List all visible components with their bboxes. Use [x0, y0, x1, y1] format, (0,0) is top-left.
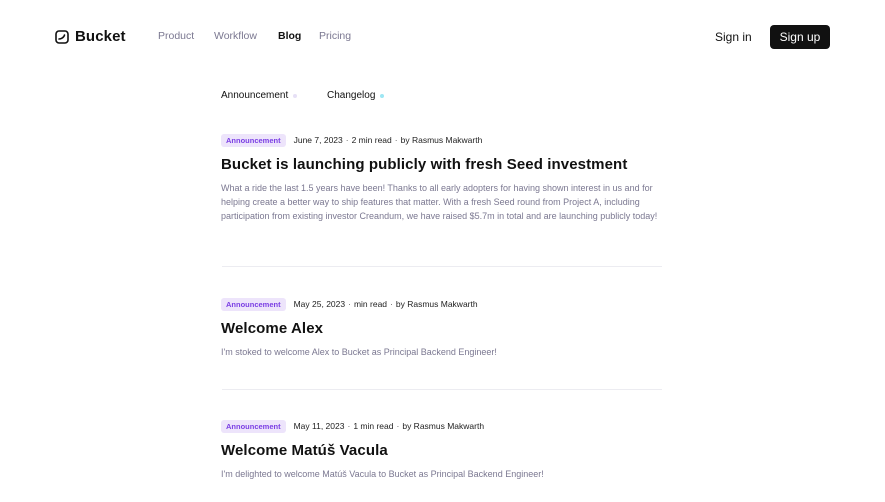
sign-up-button[interactable]: Sign up [770, 25, 830, 49]
filter-changelog-label: Changelog [327, 90, 376, 101]
filter-changelog[interactable]: Changelog [327, 90, 385, 101]
post-author: by Rasmus Makwarth [400, 135, 483, 145]
blog-post: Announcement May 11, 2023 · 1 min read ·… [221, 419, 663, 481]
post-excerpt: I'm stoked to welcome Alex to Bucket as … [221, 347, 497, 357]
blog-post: Announcement May 25, 2023 · min read · b… [221, 297, 663, 359]
meta-separator: · [396, 421, 400, 431]
meta-separator: · [345, 135, 349, 145]
post-date: May 11, 2023 [293, 421, 345, 431]
top-navigation: Bucket Product Workflow Blog Pricing Sig… [0, 0, 885, 74]
post-read-time: 2 min read [351, 135, 392, 145]
post-meta: Announcement May 11, 2023 · 1 min read ·… [221, 419, 663, 433]
post-tag-badge[interactable]: Announcement [221, 297, 286, 311]
post-meta: Announcement May 25, 2023 · min read · b… [221, 297, 663, 311]
post-title[interactable]: Bucket is launching publicly with fresh … [221, 156, 663, 173]
bucket-logo-icon [55, 29, 69, 44]
post-tag-badge[interactable]: Announcement [221, 419, 286, 433]
filter-changelog-dot [380, 93, 385, 98]
post-meta: Announcement June 7, 2023 · 2 min read ·… [221, 133, 663, 147]
sign-in-link[interactable]: Sign in [715, 30, 752, 44]
meta-separator: · [390, 299, 393, 309]
filter-announcement[interactable]: Announcement [221, 90, 298, 101]
post-title[interactable]: Welcome Matúš Vacula [221, 442, 663, 459]
post-title[interactable]: Welcome Alex [221, 320, 663, 337]
nav-link-blog[interactable]: Blog [278, 30, 301, 42]
blog-post: Announcement June 7, 2023 · 2 min read ·… [221, 133, 663, 223]
brand-name: Bucket [75, 28, 126, 45]
filter-announcement-dot [293, 93, 298, 98]
meta-separator: · [348, 299, 351, 309]
nav-link-product[interactable]: Product [158, 30, 194, 42]
post-author: by Rasmus Makwarth [395, 299, 478, 309]
post-date: June 7, 2023 [293, 135, 343, 145]
post-divider [222, 389, 662, 390]
nav-link-workflow[interactable]: Workflow [214, 30, 257, 42]
post-read-time: min read [353, 299, 388, 309]
meta-separator: · [394, 135, 398, 145]
post-read-time: 1 min read [353, 421, 394, 431]
post-divider [222, 266, 662, 267]
nav-link-pricing[interactable]: Pricing [319, 30, 351, 42]
post-excerpt: I'm delighted to welcome Matúš Vacula to… [221, 469, 544, 479]
brand-logo[interactable]: Bucket [55, 28, 126, 45]
post-excerpt: What a ride the last 1.5 years have been… [221, 183, 658, 221]
post-author: by Rasmus Makwarth [402, 421, 485, 431]
meta-separator: · [347, 421, 351, 431]
post-tag-badge[interactable]: Announcement [221, 133, 286, 147]
filter-announcement-label: Announcement [221, 90, 289, 101]
post-date: May 25, 2023 [293, 299, 346, 309]
